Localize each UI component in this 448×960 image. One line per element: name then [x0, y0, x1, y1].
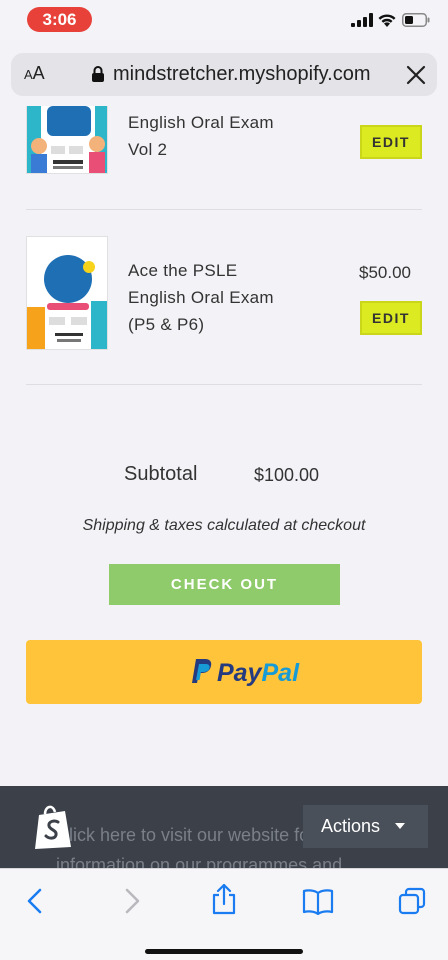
subtotal-label: Subtotal [124, 463, 198, 485]
item-divider [26, 209, 422, 210]
browser-toolbar [0, 868, 448, 960]
book-cover-illustration [27, 106, 107, 173]
home-indicator [145, 949, 303, 954]
share-icon[interactable] [210, 883, 238, 915]
paypal-icon [192, 659, 212, 683]
back-icon[interactable] [22, 887, 50, 915]
cart-item-title-line: Vol 2 [128, 140, 168, 159]
edit-button[interactable]: EDIT [360, 301, 422, 335]
shopify-bar: Click here to visit our website for more… [0, 786, 448, 868]
bookmarks-icon[interactable] [302, 887, 334, 915]
cart-item-title-line: English Oral Exam [128, 113, 274, 132]
wifi-icon [378, 14, 396, 27]
edit-button[interactable]: EDIT [360, 125, 422, 159]
paypal-logo: PayPal [191, 658, 299, 688]
cart-item-title-line: (P5 & P6) [128, 315, 205, 334]
item-price: $50.00 [359, 263, 411, 282]
reader-settings-button[interactable]: AA [24, 63, 45, 84]
close-icon[interactable] [406, 65, 426, 85]
battery-icon [402, 13, 430, 27]
tabs-icon[interactable] [398, 887, 426, 915]
actions-button[interactable]: Actions [303, 805, 428, 848]
cellular-signal-icon [351, 13, 373, 27]
item-divider [26, 384, 422, 385]
caret-down-icon [395, 823, 405, 829]
product-image-oral-exam-vol2[interactable] [26, 106, 108, 174]
actions-label: Actions [321, 816, 381, 836]
shopify-bag-icon[interactable] [31, 803, 75, 851]
cart-item-title-line: Ace the PSLE [128, 261, 238, 280]
subtotal-value: $100.00 [254, 465, 320, 485]
shipping-note: Shipping & taxes calculated at checkout [82, 517, 366, 534]
browser-address-bar[interactable]: AA mindstretcher.myshopify.com [11, 53, 437, 96]
checkout-button[interactable]: CHECK OUT [109, 564, 340, 605]
book-cover-illustration [27, 237, 107, 349]
status-bar: 3:06 [0, 0, 448, 40]
lock-icon [92, 66, 104, 82]
cart-item-title-line: English Oral Exam [128, 288, 274, 307]
cart-item-title: English Oral Exam Vol 2 [128, 109, 274, 163]
page: 3:06 AA mindstretcher.myshopify.com Engl… [0, 0, 448, 960]
paypal-button[interactable]: PayPal [26, 640, 422, 704]
cart-item-title: Ace the PSLE English Oral Exam (P5 & P6) [128, 257, 274, 338]
url-text[interactable]: mindstretcher.myshopify.com [113, 63, 371, 86]
forward-icon[interactable] [117, 887, 145, 915]
paypal-pal-text: Pal [261, 659, 300, 687]
paypal-pay-text: Pay [217, 659, 262, 687]
status-time: 3:06 [27, 7, 92, 32]
product-image-ace-psle[interactable] [26, 236, 108, 350]
